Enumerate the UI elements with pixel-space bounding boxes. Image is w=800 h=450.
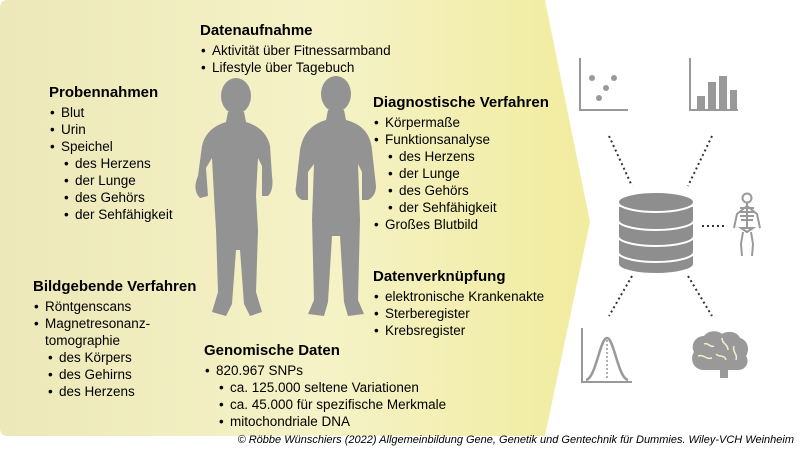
list-item-continuation: tomographie — [45, 333, 121, 348]
list-subitem: der Sehfähigkeit — [387, 199, 549, 216]
bildgebung-title: Bildgebende Verfahren — [33, 278, 197, 295]
list-subitem: des Gehörs — [387, 182, 549, 199]
genomik-block: Genomische Daten 820.967 SNPs ca. 125.00… — [204, 342, 446, 430]
list-subitem: der Sehfähigkeit — [63, 206, 173, 223]
list-subitem: des Körpers — [47, 349, 196, 366]
bar-chart-icon — [689, 58, 738, 111]
bildgebung-block: Bildgebende Verfahren Röntgenscans Magne… — [33, 278, 196, 400]
diagnostik-title: Diagnostische Verfahren — [373, 94, 549, 111]
list-item: Röntgenscans — [33, 298, 196, 315]
list-item: Blut — [49, 104, 173, 121]
brain-icon — [692, 331, 748, 378]
list-item: elektronische Krankenakte — [373, 288, 544, 305]
list-subitem: ca. 45.000 für spezifische Merkmale — [218, 396, 446, 413]
datenaufnahme-title: Datenaufnahme — [200, 22, 313, 39]
scatter-plot-icon — [579, 58, 628, 111]
list-item: Großes Blutbild — [373, 216, 549, 233]
list-subitem: des Gehirns — [47, 366, 196, 383]
list-item: Sterberegister — [373, 305, 544, 322]
genomik-title: Genomische Daten — [204, 342, 340, 359]
list-item: Urin — [49, 121, 173, 138]
list-item: 820.967 SNPs — [204, 362, 446, 379]
list-subitem: des Herzens — [63, 155, 173, 172]
datenverknuepfung-title: Datenverknüpfung — [373, 268, 506, 285]
list-subitem: der Lunge — [387, 165, 549, 182]
list-item: Krebsregister — [373, 322, 544, 339]
list-subitem: des Herzens — [47, 383, 196, 400]
list-item: Speichel — [49, 138, 173, 155]
skeleton-icon — [733, 192, 761, 257]
bell-curve-icon — [581, 328, 632, 383]
list-item: Lifestyle über Tagebuch — [200, 59, 391, 76]
list-item: Funktionsanalyse — [373, 131, 549, 148]
probennahmen-title: Probennahmen — [49, 84, 159, 101]
list-subitem: des Herzens — [387, 148, 549, 165]
list-subitem: des Gehörs — [63, 189, 173, 206]
list-item: Aktivität über Fitnessarmband — [200, 42, 391, 59]
list-item: Körpermaße — [373, 114, 549, 131]
datenaufnahme-block: Datenaufnahme Aktivität über Fitnessarmb… — [200, 22, 391, 76]
list-subitem: mitochondriale DNA — [218, 413, 446, 430]
diagnostik-block: Diagnostische Verfahren Körpermaße Funkt… — [373, 94, 549, 233]
database-icon — [617, 191, 695, 275]
list-subitem: der Lunge — [63, 172, 173, 189]
probennahmen-block: Probennahmen Blut Urin Speichel des Herz… — [49, 84, 173, 223]
list-subitem: ca. 125.000 seltene Variationen — [218, 379, 446, 396]
datenverknuepfung-block: Datenverknüpfung elektronische Krankenak… — [373, 268, 544, 339]
copyright-credit: © Röbbe Wünschiers (2022) Allgemeinbildu… — [237, 434, 794, 446]
list-item: Magnetresonanz- — [33, 315, 196, 332]
